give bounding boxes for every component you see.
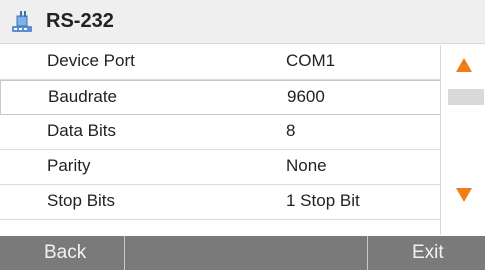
- setting-value: None: [286, 156, 327, 175]
- header-bar: RS-232: [0, 0, 485, 44]
- setting-label: Baudrate: [48, 87, 117, 106]
- setting-value: 8: [286, 121, 296, 140]
- setting-value: COM1: [286, 51, 336, 70]
- setting-row-stop-bits[interactable]: Stop Bits 1 Stop Bit: [0, 185, 440, 220]
- scroll-up-button[interactable]: [441, 50, 485, 80]
- plug-connector-icon: [12, 11, 32, 32]
- setting-value: 1 Stop Bit: [286, 191, 360, 210]
- setting-row-baudrate[interactable]: Baudrate 9600: [0, 80, 440, 115]
- exit-button-label: Exit: [412, 242, 444, 263]
- footer-empty-slot: [126, 236, 368, 270]
- arrow-up-icon: [455, 58, 472, 72]
- exit-button[interactable]: Exit: [369, 236, 485, 270]
- setting-label: Stop Bits: [47, 191, 116, 210]
- back-button[interactable]: Back: [0, 236, 125, 270]
- settings-list: Device Port COM1 Baudrate 9600 Data Bits…: [0, 45, 440, 235]
- scroll-down-button[interactable]: [441, 180, 485, 210]
- page-title: RS-232: [46, 10, 114, 32]
- scrollbar[interactable]: [440, 45, 485, 235]
- setting-value: 9600: [287, 87, 325, 106]
- setting-row-device-port[interactable]: Device Port COM1: [0, 45, 440, 80]
- back-button-label: Back: [44, 242, 87, 263]
- setting-label: Data Bits: [47, 121, 116, 140]
- setting-label: Parity: [47, 156, 91, 175]
- footer-bar: Back Exit: [0, 236, 485, 270]
- setting-row-parity[interactable]: Parity None: [0, 150, 440, 185]
- setting-row-data-bits[interactable]: Data Bits 8: [0, 115, 440, 150]
- arrow-down-icon: [455, 188, 472, 202]
- scrollbar-thumb[interactable]: [448, 89, 484, 105]
- setting-label: Device Port: [47, 51, 135, 70]
